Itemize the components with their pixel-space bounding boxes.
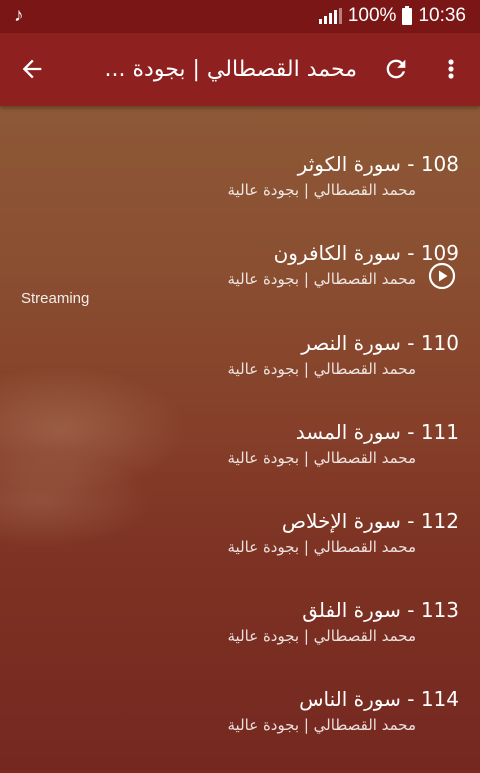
track-title: 108 - سورة الكوثر bbox=[297, 152, 459, 176]
track-title: 113 - سورة الفلق bbox=[302, 598, 459, 622]
page-title: محمد القصطالي | بجودة ... bbox=[104, 57, 357, 82]
overflow-menu-button[interactable] bbox=[444, 55, 458, 83]
status-bar: ♪ 100% 10:36 bbox=[0, 0, 480, 33]
track-item-113[interactable]: 113 - سورة الفلق محمد القصطالي | بجودة ع… bbox=[0, 594, 480, 684]
battery-percent: 100% bbox=[347, 5, 397, 26]
track-item-109[interactable]: 109 - سورة الكافرون محمد القصطالي | بجود… bbox=[0, 237, 480, 327]
refresh-icon bbox=[386, 59, 406, 79]
play-circle-icon bbox=[428, 262, 456, 290]
track-item-108[interactable]: 108 - سورة الكوثر محمد القصطالي | بجودة … bbox=[0, 148, 480, 238]
app-bar: محمد القصطالي | بجودة ... bbox=[0, 33, 480, 106]
track-item-111[interactable]: 111 - سورة المسد محمد القصطالي | بجودة ع… bbox=[0, 416, 480, 506]
play-button[interactable] bbox=[428, 262, 456, 290]
streaming-status: Streaming bbox=[21, 290, 90, 307]
battery-icon bbox=[402, 5, 413, 25]
track-title: 111 - سورة المسد bbox=[295, 420, 459, 444]
signal-icon bbox=[318, 8, 342, 24]
track-artist: محمد القصطالي | بجودة عالية bbox=[227, 360, 416, 378]
track-item-110[interactable]: 110 - سورة النصر محمد القصطالي | بجودة ع… bbox=[0, 327, 480, 417]
track-title: 112 - سورة الإخلاص bbox=[281, 509, 459, 533]
music-note-icon: ♪ bbox=[14, 5, 24, 26]
back-button[interactable] bbox=[18, 55, 46, 83]
more-vert-icon bbox=[448, 59, 454, 79]
track-artist: محمد القصطالي | بجودة عالية bbox=[227, 270, 416, 288]
status-right: 100% 10:36 bbox=[318, 5, 466, 27]
track-artist: محمد القصطالي | بجودة عالية bbox=[227, 181, 416, 199]
track-artist: محمد القصطالي | بجودة عالية bbox=[227, 716, 416, 734]
track-list: 108 - سورة الكوثر محمد القصطالي | بجودة … bbox=[0, 106, 480, 770]
track-artist: محمد القصطالي | بجودة عالية bbox=[227, 449, 416, 467]
arrow-back-icon bbox=[22, 59, 42, 79]
clock: 10:36 bbox=[418, 5, 466, 26]
track-artist: محمد القصطالي | بجودة عالية bbox=[227, 538, 416, 556]
track-title: 114 - سورة الناس bbox=[299, 687, 459, 711]
track-title: 110 - سورة النصر bbox=[301, 331, 459, 355]
refresh-button[interactable] bbox=[382, 55, 410, 83]
track-item-114[interactable]: 114 - سورة الناس محمد القصطالي | بجودة ع… bbox=[0, 683, 480, 773]
track-artist: محمد القصطالي | بجودة عالية bbox=[227, 627, 416, 645]
track-item-112[interactable]: 112 - سورة الإخلاص محمد القصطالي | بجودة… bbox=[0, 505, 480, 595]
